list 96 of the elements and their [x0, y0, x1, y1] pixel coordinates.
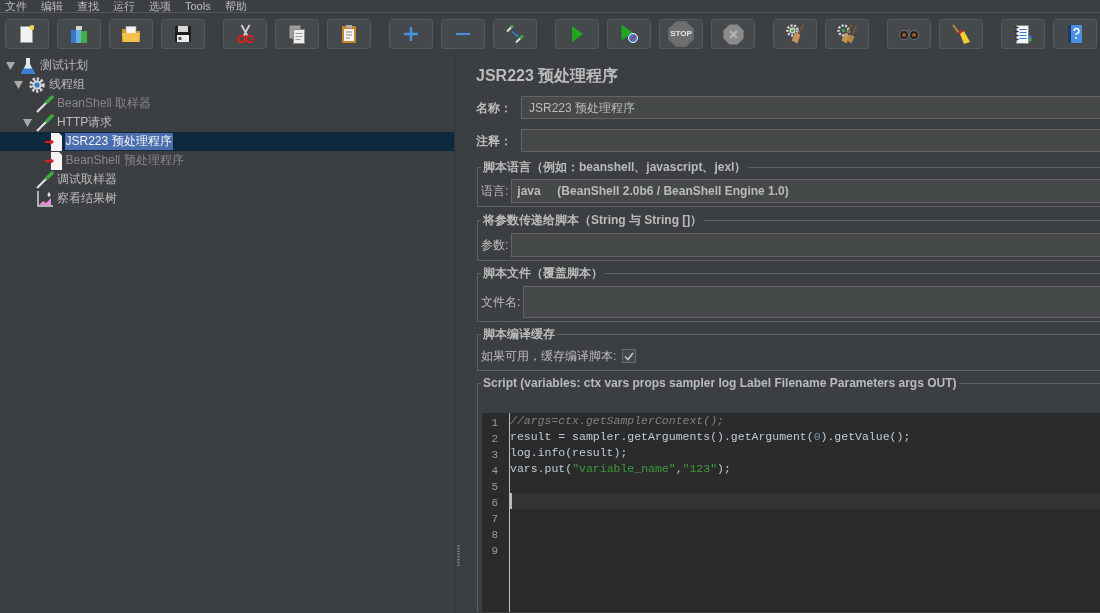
- copy-icon: [289, 24, 305, 44]
- code-line: vars.put("variable_name","123");: [510, 461, 731, 477]
- line-number: 2: [491, 433, 498, 445]
- code-editor[interactable]: 1 2 3 4 5 6 7 8 9 //args=ctx.getSamplerContext(); result = sampler.getArguments().getArgument(0).getValue(); log.info(result); vars.put("variable_name","123");: [482, 413, 1100, 612]
- page-arrow-icon: [44, 132, 63, 151]
- pipettes-arrow-icon: [505, 24, 525, 44]
- line-number: 1: [491, 417, 498, 429]
- plus-icon: [404, 27, 418, 41]
- section-title: 脚本文件（覆盖脚本）: [482, 265, 604, 281]
- pipette-icon: [36, 170, 54, 189]
- line-number: 8: [491, 529, 498, 541]
- line-number: 9: [491, 545, 498, 557]
- code-line: //args=ctx.getSamplerContext();: [510, 413, 724, 429]
- checkmark-icon: [624, 351, 635, 361]
- clipboard-icon: [342, 25, 356, 43]
- tree-item[interactable]: HTTP请求: [56, 114, 114, 131]
- section-title: 将参数传递给脚本（String 与 String []）: [481, 212, 704, 228]
- notebook-icon: [1014, 24, 1032, 44]
- input-field[interactable]: [511, 233, 1100, 257]
- expanded-arrow-icon[interactable]: [5, 61, 15, 70]
- scissors-icon: [236, 24, 254, 44]
- field-label: 文件名:: [481, 294, 521, 311]
- expand-button[interactable]: [389, 19, 433, 49]
- tree-item[interactable]: 测试计划: [39, 57, 89, 74]
- save-button[interactable]: [161, 19, 205, 49]
- templates-button[interactable]: [57, 19, 101, 49]
- text-caret: [510, 493, 512, 509]
- start-button[interactable]: [555, 19, 599, 49]
- search-button[interactable]: [887, 19, 931, 49]
- menu-item[interactable]: Tools: [185, 0, 211, 12]
- tree-item[interactable]: 调试取样器: [56, 171, 118, 188]
- broom-icon: [952, 24, 970, 44]
- help-button[interactable]: [1053, 19, 1097, 49]
- help-book-icon: [1068, 25, 1082, 43]
- section-title: Script (variables: ctx vars props sampler log Label Filename Parameters args OUT): [482, 375, 958, 391]
- field-label: 注释：: [476, 132, 513, 150]
- clear-button[interactable]: [773, 19, 817, 49]
- new-button[interactable]: [5, 19, 49, 49]
- pipette-icon: [36, 113, 54, 132]
- language-dropdown[interactable]: java (BeanShell 2.0b6 / BeanShell Engine 1.0): [511, 179, 1100, 203]
- line-number: 7: [491, 513, 498, 525]
- expanded-arrow-icon[interactable]: [14, 80, 23, 89]
- function-helper-button[interactable]: [1001, 19, 1045, 49]
- line-number: 3: [491, 449, 498, 461]
- brooms-gear-icon: [837, 24, 857, 44]
- input-field[interactable]: JSR223 预处理程序: [521, 96, 1100, 119]
- flask-icon: [21, 57, 35, 74]
- books-icon: [71, 25, 87, 43]
- folder-icon: [122, 26, 140, 42]
- pipette-icon: [36, 94, 54, 113]
- line-number: 5: [491, 481, 498, 493]
- field-label: 参数:: [481, 237, 509, 254]
- minus-icon: [456, 32, 470, 36]
- blank-page-icon: [19, 25, 35, 43]
- page-arrow-icon: [44, 151, 63, 170]
- play-badge-icon: [620, 24, 638, 44]
- copy-button[interactable]: [275, 19, 319, 49]
- expanded-arrow-icon[interactable]: [22, 118, 32, 127]
- tree-item[interactable]: 察看结果树: [56, 190, 118, 207]
- open-button[interactable]: [109, 19, 153, 49]
- input-field[interactable]: [523, 286, 1100, 318]
- gear-icon: [28, 76, 45, 93]
- section-title: 脚本语言（例如：beanshell、javascript、jexl）: [482, 159, 748, 175]
- collapse-button[interactable]: [441, 19, 485, 49]
- menu-item[interactable]: 帮助: [224, 0, 247, 12]
- section-title: 脚本编译缓存: [482, 326, 556, 342]
- menu-item[interactable]: 运行: [113, 0, 135, 12]
- input-field[interactable]: [521, 129, 1100, 152]
- binoculars-icon: [899, 28, 919, 40]
- line-number: 4: [491, 465, 498, 477]
- cut-button[interactable]: [223, 19, 267, 49]
- panel-title: JSR223 预处理程序: [476, 66, 620, 86]
- broom-gear-icon: [785, 24, 805, 44]
- octagon-x-icon: [722, 23, 744, 45]
- checkbox[interactable]: [622, 349, 637, 363]
- tree-item[interactable]: 线程组: [47, 76, 86, 93]
- line-number: 6: [491, 497, 498, 509]
- reset-search-button[interactable]: [939, 19, 983, 49]
- splitter-grip-icon[interactable]: [457, 545, 460, 567]
- tree-item[interactable]: JSR223 预处理程序: [64, 133, 173, 150]
- toggle-button[interactable]: [493, 19, 537, 49]
- menu-item[interactable]: 文件: [5, 0, 27, 12]
- octagon-icon: [668, 21, 694, 47]
- clear-all-button[interactable]: [825, 19, 869, 49]
- checkbox-label: 如果可用，缓存编译脚本:: [481, 348, 617, 365]
- field-label: 名称：: [476, 99, 513, 117]
- start-no-pauses-button[interactable]: [607, 19, 651, 49]
- paste-button[interactable]: [327, 19, 371, 49]
- play-icon: [571, 26, 583, 42]
- code-line: log.info(result);: [510, 445, 628, 461]
- menu-item[interactable]: 选项: [149, 0, 171, 12]
- menu-item[interactable]: 编辑: [41, 0, 63, 12]
- field-label: 语言:: [481, 183, 509, 200]
- code-line: result = sampler.getArguments().getArgument(0).getValue();: [510, 429, 911, 445]
- chart-icon: [37, 190, 53, 207]
- menu-item[interactable]: 查找: [77, 0, 99, 12]
